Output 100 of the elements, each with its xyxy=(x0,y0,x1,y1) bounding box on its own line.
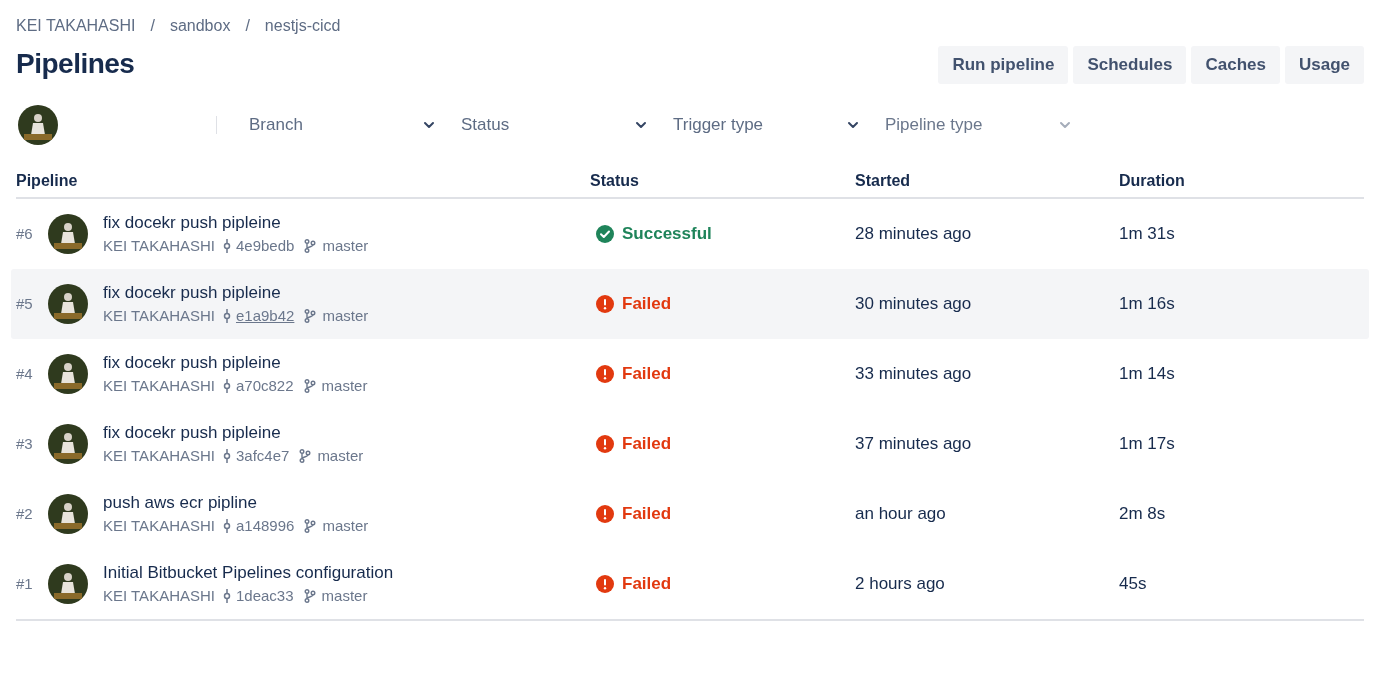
breadcrumb-link[interactable]: sandbox xyxy=(169,14,231,38)
branch-name: master xyxy=(322,236,369,256)
breadcrumb-link[interactable]: KEI TAKAHASHI xyxy=(16,14,136,38)
branch-icon xyxy=(303,589,316,603)
error-icon xyxy=(596,295,614,313)
duration-text: 1m 17s xyxy=(1119,433,1175,456)
commit-icon xyxy=(223,239,231,253)
commit-hash[interactable]: e1a9b42 xyxy=(236,306,295,326)
breadcrumb-link[interactable]: nestjs-cicd xyxy=(264,14,341,38)
started-time: an hour ago xyxy=(855,503,947,526)
check-circle-icon xyxy=(596,225,614,243)
started-time: 33 minutes ago xyxy=(855,363,973,386)
commit-hash[interactable]: 3afc4e7 xyxy=(236,446,290,466)
breadcrumb-separator: / xyxy=(245,16,250,36)
status-label: Failed xyxy=(622,363,672,386)
pipeline-row[interactable]: #5 fix docekr push pipleine KEI TAKAHASHI e1a9b42 master Failed 30 minutes ago 1m 16s xyxy=(11,269,1369,339)
pipeline-row[interactable]: #3 fix docekr push pipleine KEI TAKAHASHI 3afc4e7 master Failed 37 minutes ago 1m 17s xyxy=(16,409,1364,479)
status-label: Failed xyxy=(622,503,672,526)
column-header: Pipeline xyxy=(16,171,79,191)
pipeline-number: #6 xyxy=(16,223,34,244)
error-icon xyxy=(596,435,614,453)
error-icon xyxy=(596,505,614,523)
commit-icon xyxy=(223,309,231,323)
filter-dropdown[interactable]: Trigger type xyxy=(661,105,873,145)
pipeline-row[interactable]: #6 fix docekr push pipleine KEI TAKAHASHI 4e9bedb master Successful 28 minutes ago 1m 31s xyxy=(16,199,1364,269)
started-time: 28 minutes ago xyxy=(855,223,973,246)
branch-name: master xyxy=(321,376,368,396)
duration-text: 1m 31s xyxy=(1119,223,1175,246)
pipeline-message[interactable]: fix docekr push pipleine xyxy=(103,212,369,234)
started-time: 37 minutes ago xyxy=(855,433,973,456)
commit-hash[interactable]: 1deac33 xyxy=(236,586,294,606)
pipeline-message[interactable]: fix docekr push pipleine xyxy=(103,352,368,374)
status-label: Failed xyxy=(622,573,672,596)
status-label: Successful xyxy=(622,223,712,246)
filter-dropdown[interactable]: Branch xyxy=(237,105,449,145)
page-title: Pipelines xyxy=(16,47,135,81)
commit-icon xyxy=(223,379,231,393)
breadcrumb-separator: / xyxy=(150,16,155,36)
started-time: 2 hours ago xyxy=(855,573,946,596)
error-icon xyxy=(596,365,614,383)
duration-text: 2m 8s xyxy=(1119,503,1166,526)
column-header: Status xyxy=(590,171,640,191)
error-icon xyxy=(596,575,614,593)
avatar-icon xyxy=(48,214,88,254)
pipeline-number: #3 xyxy=(16,433,34,454)
pipeline-message[interactable]: Initial Bitbucket Pipelines configuration xyxy=(103,562,394,584)
pipeline-row[interactable]: #4 fix docekr push pipleine KEI TAKAHASHI a70c822 master Failed 33 minutes ago 1m 14s xyxy=(16,339,1364,409)
avatar-icon xyxy=(48,284,88,324)
author-name: KEI TAKAHASHI xyxy=(103,306,215,326)
commit-hash[interactable]: a148996 xyxy=(236,516,295,536)
commit-icon xyxy=(223,449,231,463)
author-name: KEI TAKAHASHI xyxy=(103,236,215,256)
filter-dropdown[interactable]: Status xyxy=(449,105,661,145)
chevron-down-icon xyxy=(635,121,647,129)
commit-hash[interactable]: 4e9bedb xyxy=(236,236,295,256)
pipeline-number: #1 xyxy=(16,573,34,594)
pipeline-row[interactable]: #1 Initial Bitbucket Pipelines configuration KEI TAKAHASHI 1deac33 master Failed 2 hours ago 45s xyxy=(16,549,1364,619)
avatar-icon xyxy=(48,494,88,534)
pipeline-number: #5 xyxy=(16,293,34,314)
chevron-down-icon xyxy=(847,121,859,129)
branch-name: master xyxy=(321,586,368,606)
status-label: Failed xyxy=(622,293,672,316)
branch-name: master xyxy=(317,446,364,466)
branch-name: master xyxy=(322,516,369,536)
author-name: KEI TAKAHASHI xyxy=(103,376,215,396)
action-button[interactable]: Schedules xyxy=(1073,46,1187,84)
started-time: 30 minutes ago xyxy=(855,293,973,316)
status-label: Failed xyxy=(622,433,672,456)
avatar-icon xyxy=(48,564,88,604)
column-header: Started xyxy=(855,171,912,191)
author-name: KEI TAKAHASHI xyxy=(103,516,215,536)
pipeline-row[interactable]: #2 push aws ecr pipline KEI TAKAHASHI a148996 master Failed an hour ago 2m 8s xyxy=(16,479,1364,549)
pipeline-message[interactable]: push aws ecr pipline xyxy=(103,492,369,514)
chevron-down-icon xyxy=(1059,121,1071,129)
commit-icon xyxy=(223,519,231,533)
branch-icon xyxy=(303,379,316,393)
commit-hash[interactable]: a70c822 xyxy=(236,376,294,396)
pipeline-number: #2 xyxy=(16,503,34,524)
action-button[interactable]: Run pipeline xyxy=(938,46,1069,84)
avatar-icon xyxy=(48,354,88,394)
author-name: KEI TAKAHASHI xyxy=(103,446,215,466)
duration-text: 45s xyxy=(1119,573,1147,596)
avatar-icon xyxy=(48,424,88,464)
pipeline-message[interactable]: fix docekr push pipleine xyxy=(103,282,369,304)
branch-name: master xyxy=(322,306,369,326)
pipeline-message[interactable]: fix docekr push pipleine xyxy=(103,422,364,444)
author-name: KEI TAKAHASHI xyxy=(103,586,215,606)
commit-icon xyxy=(223,589,231,603)
branch-icon xyxy=(304,519,317,533)
branch-icon xyxy=(304,239,317,253)
column-header: Duration xyxy=(1119,171,1185,191)
action-button[interactable]: Usage xyxy=(1284,46,1364,84)
chevron-down-icon xyxy=(423,121,435,129)
branch-icon xyxy=(299,449,312,463)
branch-icon xyxy=(304,309,317,323)
avatar-icon xyxy=(18,105,58,145)
duration-text: 1m 16s xyxy=(1119,293,1175,316)
duration-text: 1m 14s xyxy=(1119,363,1175,386)
action-button[interactable]: Caches xyxy=(1191,46,1280,84)
pipeline-number: #4 xyxy=(16,363,34,384)
